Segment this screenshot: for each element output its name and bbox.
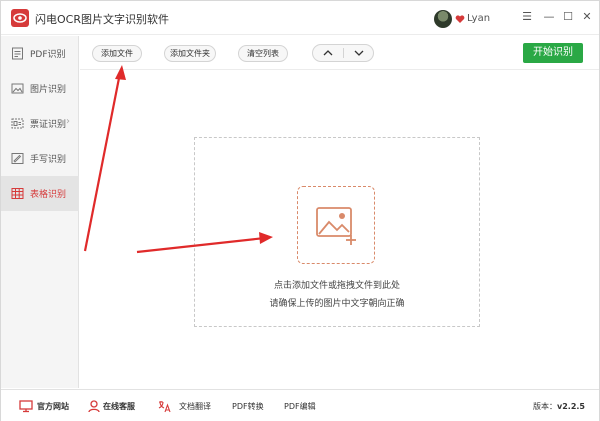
add-image-button[interactable] [297,186,375,264]
sidebar-item-label: 图片识别 [30,85,67,95]
support-agent-icon [88,400,100,413]
move-down-button[interactable] [344,45,374,61]
add-folder-button[interactable]: 添加文件夹 [164,45,216,62]
add-image-icon [316,207,356,245]
chevron-right-icon: › [66,116,70,127]
translate-icon [158,401,171,413]
doc-translate-label: 文档翻译 [179,402,211,411]
app-window: 闪电OCR图片文字识别软件 Lyan ☰ — ☐ ✕ PDF识别 图片识别 票证… [0,0,600,421]
toolbar: 添加文件 添加文件夹 清空列表 开始识别 [80,36,599,70]
handwriting-icon [11,153,24,164]
minimize-icon[interactable]: — [542,10,556,24]
sidebar: PDF识别 图片识别 票证识别 › 手写识别 表格识别 [1,36,79,388]
menu-icon[interactable]: ☰ [520,10,534,24]
arrow-to-add-file [83,65,126,252]
sidebar-item-image[interactable]: 图片识别 [1,71,79,106]
close-icon[interactable]: ✕ [580,10,594,24]
app-logo-icon [11,9,29,27]
sidebar-item-table[interactable]: 表格识别 [1,176,79,211]
ticket-icon [11,118,24,129]
sidebar-item-label: 表格识别 [30,190,67,200]
version-number: v2.2.5 [557,402,585,411]
sidebar-item-label: 手写识别 [30,155,67,165]
drop-hint-text: 点击添加文件或拖拽文件到此处 [273,281,400,291]
clear-list-button[interactable]: 清空列表 [238,45,288,62]
sidebar-item-handwriting[interactable]: 手写识别 [1,141,79,176]
sidebar-item-ticket[interactable]: 票证识别 › [1,106,79,141]
vip-heart-icon [455,15,465,23]
maximize-icon[interactable]: ☐ [561,10,575,24]
pdf-convert-link[interactable]: PDF转换 [232,401,264,412]
app-title: 闪电OCR图片文字识别软件 [35,13,169,26]
user-avatar[interactable] [434,10,452,28]
table-icon [11,188,24,199]
sidebar-item-label: 票证识别 [30,120,67,130]
username[interactable]: Lyan [467,13,490,24]
image-icon [11,83,24,94]
move-up-button[interactable] [313,45,343,61]
monitor-icon [19,400,33,413]
pdf-icon [12,47,23,60]
footer-bar: 官方网站 在线客服 文档翻译 PDF转换 PDF编辑 版本：v2.2.5 [1,389,599,421]
orientation-hint-text: 请确保上传的图片中文字朝向正确 [269,299,405,309]
file-drop-zone[interactable]: 点击添加文件或拖拽文件到此处 请确保上传的图片中文字朝向正确 [194,137,480,327]
pdf-edit-link[interactable]: PDF编辑 [284,401,316,412]
sidebar-item-pdf[interactable]: PDF识别 [1,36,79,71]
add-file-button[interactable]: 添加文件 [92,45,142,62]
version-label: 版本： [533,402,557,411]
online-support-label: 在线客服 [103,402,135,411]
title-bar: 闪电OCR图片文字识别软件 Lyan ☰ — ☐ ✕ [1,1,599,35]
start-recognition-button[interactable]: 开始识别 [523,43,583,63]
sidebar-item-label: PDF识别 [30,50,66,60]
official-website-label: 官方网站 [37,402,69,411]
move-buttons-group [312,44,374,62]
version-info: 版本：v2.2.5 [533,401,585,412]
